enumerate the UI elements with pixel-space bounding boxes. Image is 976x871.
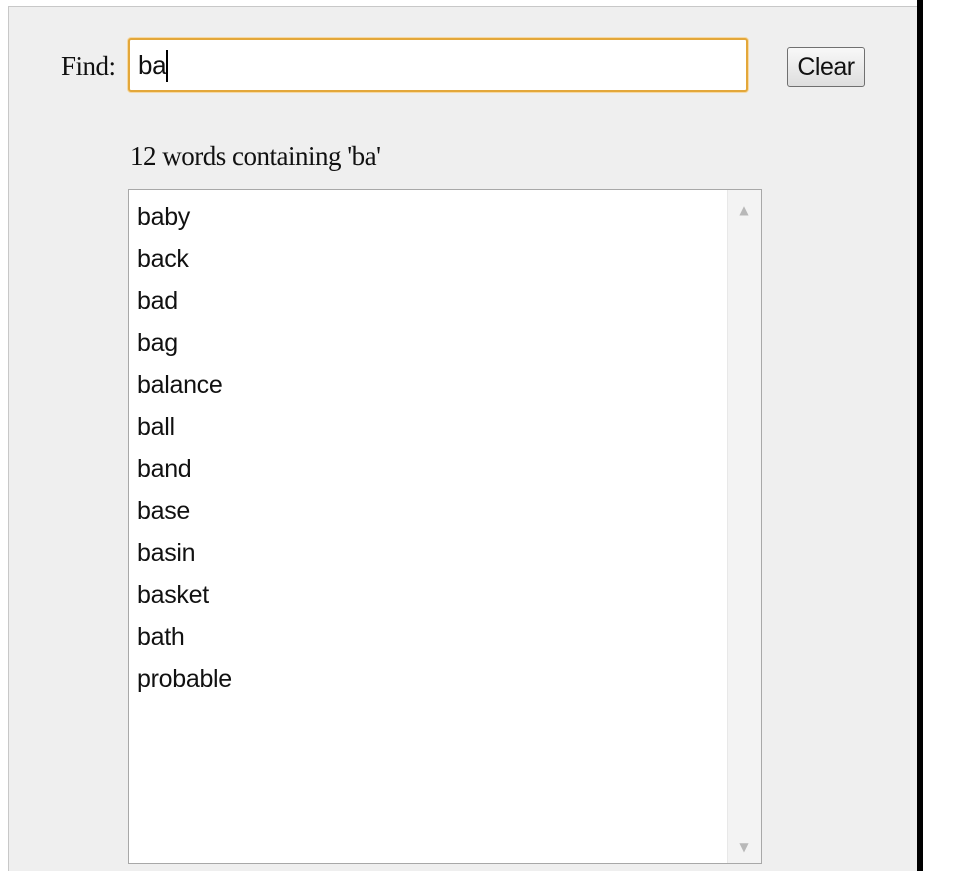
results-list: baby back bad bag balance ball band base… [129, 196, 725, 700]
text-caret [166, 50, 168, 82]
search-panel: Find: Clear 12 words containing 'ba' bab… [8, 6, 918, 871]
list-item[interactable]: bag [129, 322, 725, 364]
scroll-up-arrow-icon[interactable]: ▲ [736, 202, 752, 218]
clear-button[interactable]: Clear [787, 47, 865, 87]
window-divider [917, 0, 923, 871]
list-item[interactable]: basin [129, 532, 725, 574]
list-item[interactable]: probable [129, 658, 725, 700]
list-item[interactable]: bad [129, 280, 725, 322]
list-item[interactable]: ball [129, 406, 725, 448]
results-listbox[interactable]: baby back bad bag balance ball band base… [128, 189, 762, 864]
vertical-scrollbar[interactable]: ▲ ▼ [727, 190, 761, 863]
list-item[interactable]: base [129, 490, 725, 532]
find-label: Find: [61, 51, 116, 81]
result-count-text: 12 words containing 'ba' [130, 141, 381, 171]
find-input[interactable] [138, 48, 738, 82]
list-item[interactable]: bath [129, 616, 725, 658]
list-item[interactable]: band [129, 448, 725, 490]
list-item[interactable]: balance [129, 364, 725, 406]
list-item[interactable]: back [129, 238, 725, 280]
screen: Find: Clear 12 words containing 'ba' bab… [0, 0, 976, 871]
list-item[interactable]: baby [129, 196, 725, 238]
list-item[interactable]: basket [129, 574, 725, 616]
scroll-down-arrow-icon[interactable]: ▼ [736, 839, 752, 855]
find-field[interactable] [128, 38, 748, 92]
